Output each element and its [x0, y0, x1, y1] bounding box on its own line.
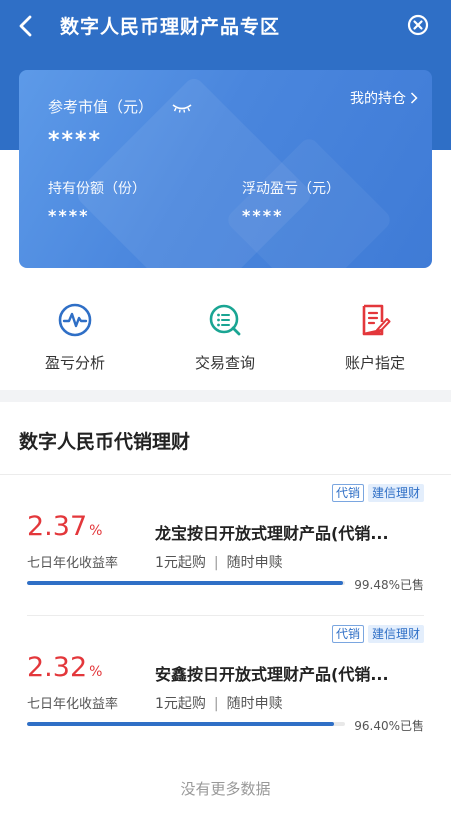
redeem-rule: 随时申赎	[226, 696, 283, 712]
product-name: 安鑫按日开放式理财产品(代销...	[155, 665, 389, 684]
product-meta: 1元起购 | 随时申赎	[155, 552, 283, 572]
redeem-rule: 随时申赎	[226, 555, 283, 571]
yield-rate: 2.37%	[27, 511, 102, 542]
product-card[interactable]: 代销 建信理财 2.32% 七日年化收益率 安鑫按日开放式理财产品(代销... …	[0, 617, 451, 757]
sold-percent: 99.48%已售	[354, 578, 424, 592]
action-label: 账户指定	[344, 354, 405, 372]
product-divider	[27, 615, 424, 616]
eye-closed-icon[interactable]	[172, 103, 192, 113]
page-title: 数字人民币理财产品专区	[60, 16, 281, 38]
back-arrow-icon[interactable]	[14, 13, 40, 39]
market-value-label: 参考市值（元）	[48, 98, 154, 116]
meta-separator: |	[213, 555, 219, 571]
product-card[interactable]: 代销 建信理财 2.37% 七日年化收益率 龙宝按日开放式理财产品(代销... …	[0, 476, 451, 616]
transaction-query-button[interactable]: 交易查询	[170, 302, 280, 373]
chevron-right-icon	[410, 92, 418, 104]
document-edit-icon	[362, 304, 391, 336]
yield-rate-value: 2.32	[27, 652, 88, 683]
sold-progress-fill	[27, 581, 344, 585]
consignment-tag: 代销	[331, 484, 364, 502]
yield-rate-unit: %	[89, 664, 103, 680]
issuer-tag: 建信理财	[367, 484, 424, 502]
consignment-tag: 代销	[331, 625, 364, 643]
account-designation-button[interactable]: 账户指定	[320, 302, 430, 373]
close-circle-icon[interactable]	[407, 14, 429, 36]
yield-rate-label: 七日年化收益率	[27, 556, 119, 571]
section-separator	[0, 390, 451, 402]
product-name: 龙宝按日开放式理财产品(代销...	[155, 524, 389, 543]
product-meta: 1元起购 | 随时申赎	[155, 693, 283, 713]
nav-bar: 数字人民币理财产品专区	[0, 0, 451, 52]
page: 数字人民币理财产品专区 参考市值（元） 我的持仓 **** 持有份额（份） **…	[0, 0, 451, 816]
yield-rate-value: 2.37	[27, 511, 88, 542]
search-list-icon	[209, 304, 241, 336]
market-value: ****	[48, 128, 103, 153]
product-tags: 代销 建信理财	[331, 625, 424, 643]
divider	[0, 474, 451, 475]
sold-percent: 96.40%已售	[354, 719, 424, 733]
pnl-value: ****	[242, 206, 284, 225]
min-purchase: 1元起购	[155, 555, 206, 571]
section-title: 数字人民币代销理财	[19, 431, 191, 453]
product-tags: 代销 建信理财	[331, 484, 424, 502]
pulse-chart-icon	[58, 303, 92, 337]
shares-value: ****	[48, 206, 90, 225]
sold-progress-fill	[27, 722, 334, 726]
asset-card: 参考市值（元） 我的持仓 **** 持有份额（份） **** 浮动盈亏（元） *…	[19, 70, 432, 268]
action-label: 盈亏分析	[44, 354, 105, 372]
no-more-data: 没有更多数据	[180, 780, 271, 798]
yield-rate: 2.32%	[27, 652, 102, 683]
my-holdings-label: 我的持仓	[350, 91, 406, 107]
sold-progress-bar	[27, 581, 345, 585]
action-label: 交易查询	[194, 354, 255, 372]
pnl-label: 浮动盈亏（元）	[242, 181, 340, 197]
my-holdings-link[interactable]: 我的持仓	[350, 88, 418, 108]
quick-actions: 盈亏分析 交易查询 账户指定	[0, 296, 451, 386]
issuer-tag: 建信理财	[367, 625, 424, 643]
profit-analysis-button[interactable]: 盈亏分析	[20, 302, 130, 373]
sold-progress-bar	[27, 722, 345, 726]
yield-rate-unit: %	[89, 523, 103, 539]
meta-separator: |	[213, 696, 219, 712]
min-purchase: 1元起购	[155, 696, 206, 712]
shares-label: 持有份额（份）	[48, 181, 146, 197]
yield-rate-label: 七日年化收益率	[27, 697, 119, 712]
